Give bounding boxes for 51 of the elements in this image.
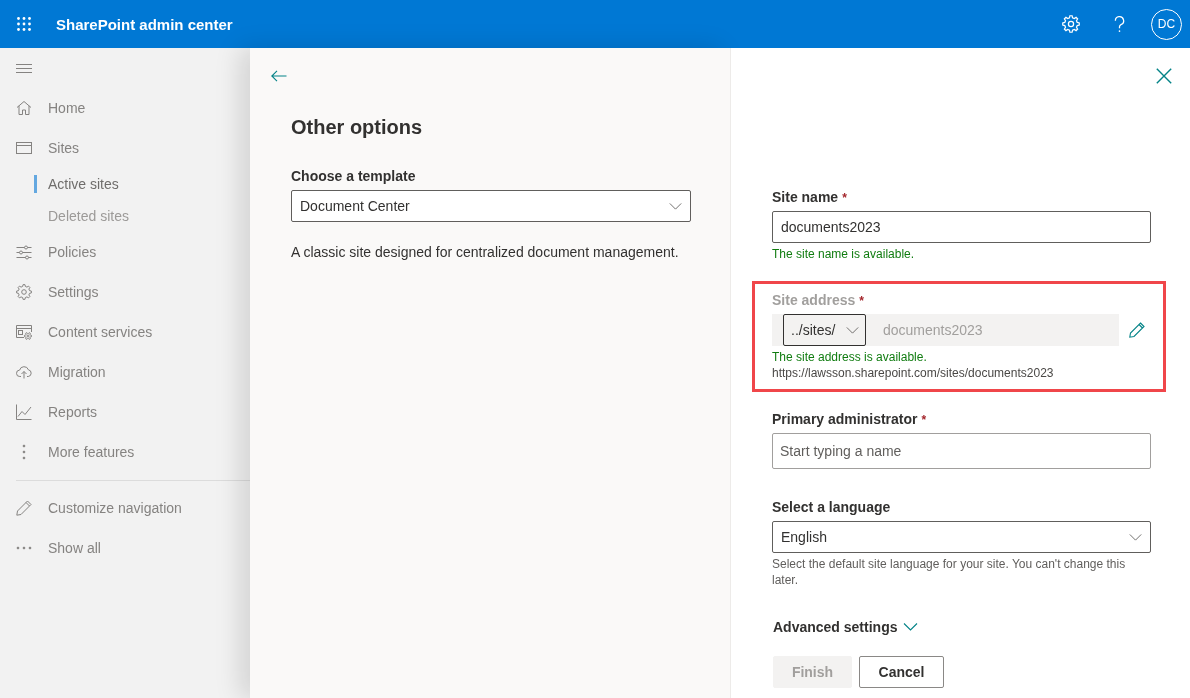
language-dropdown[interactable]: English (772, 521, 1151, 553)
pencil-icon (16, 500, 32, 516)
panel-heading: Other options (291, 115, 423, 140)
site-url-text: https://lawsson.sharepoint.com/sites/documents2023 (772, 365, 1055, 381)
helper-text: Select the default site language for your site. You can't change this later. (772, 556, 1127, 588)
advanced-settings-toggle[interactable]: Advanced settings (773, 617, 919, 637)
template-description: A classic site designed for centralized document management. (291, 243, 679, 262)
nav-item[interactable]: Content services (0, 312, 250, 352)
waffle-icon (17, 17, 31, 31)
chevron-down-icon (1129, 533, 1142, 541)
chevron-down-icon (846, 326, 859, 334)
validation-message: The site name is available. (772, 246, 916, 262)
nav-item[interactable]: Migration (0, 352, 250, 392)
menu-icon (16, 63, 32, 73)
line-chart-icon (16, 404, 32, 420)
settings-icon (1062, 15, 1080, 33)
browser-window-icon (16, 140, 32, 156)
field-label: Choose a template (291, 167, 416, 186)
required-mark: * (859, 293, 864, 310)
validation-message: The site address is available. (772, 349, 928, 365)
pencil-icon (1129, 322, 1145, 338)
chevron-down-icon (903, 623, 919, 631)
nav-item[interactable]: Customize navigation (0, 488, 250, 528)
nav-item[interactable]: Settings (0, 272, 250, 312)
cancel-button[interactable]: Cancel (859, 656, 944, 688)
window-gear-icon (16, 324, 32, 340)
field-label: Select a language (772, 498, 891, 517)
required-mark: * (842, 190, 847, 207)
nav-subitem[interactable]: Deleted sites (0, 200, 250, 232)
field-label: Primary administrator (772, 410, 918, 429)
nav-item[interactable]: More features (0, 432, 250, 472)
nav-item[interactable]: Sites (0, 128, 250, 168)
app-title: SharePoint admin center (56, 15, 233, 33)
home-icon (16, 100, 32, 116)
field-label: Site address (772, 291, 856, 310)
chevron-down-icon (669, 202, 682, 210)
nav-item[interactable]: Show all (0, 528, 250, 568)
nav-item[interactable]: Policies (0, 232, 250, 272)
nav-item[interactable]: Reports (0, 392, 250, 432)
sliders-icon (16, 244, 32, 260)
field-label: Site name (772, 188, 839, 207)
close-icon (1156, 68, 1172, 84)
site-name-input[interactable]: documents2023 (772, 211, 1151, 243)
template-dropdown[interactable]: Document Center (291, 190, 691, 222)
back-arrow-icon (271, 70, 287, 82)
nav-item[interactable]: Home (0, 88, 250, 128)
settings-icon (16, 284, 32, 300)
people-picker-input[interactable]: Start typing a name (772, 433, 1151, 469)
help-icon (1113, 15, 1125, 33)
cloud-upload-icon (16, 364, 32, 380)
required-mark: * (921, 412, 927, 429)
